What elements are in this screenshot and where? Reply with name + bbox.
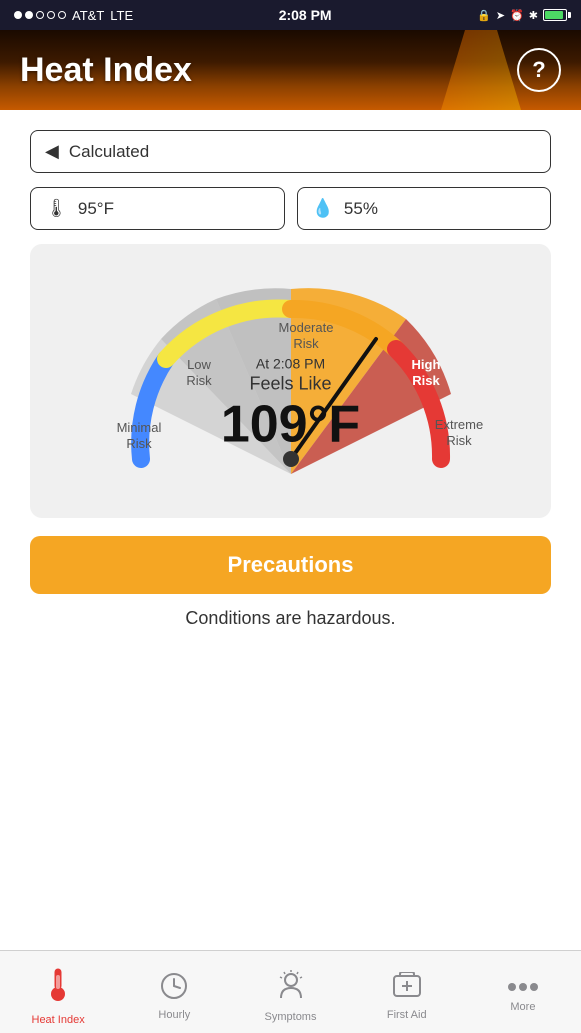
humidity-icon: 💧 xyxy=(312,198,334,219)
temp-humidity-row: 🌡 95°F 💧 55% xyxy=(30,187,551,230)
tab-bar: Heat Index Hourly Symptom xyxy=(0,950,581,1033)
signal-dot-2 xyxy=(25,11,33,19)
thermometer-input-icon: 🌡 xyxy=(45,198,68,219)
svg-text:Risk: Risk xyxy=(186,373,212,388)
svg-text:High: High xyxy=(411,357,440,372)
network-label: LTE xyxy=(110,8,133,23)
tab-heat-index[interactable]: Heat Index xyxy=(0,959,116,1026)
humidity-field[interactable]: 💧 55% xyxy=(297,187,552,230)
precautions-button[interactable]: Precautions xyxy=(30,536,551,594)
carrier-label: AT&T xyxy=(72,8,104,23)
lock-icon: 🔒 xyxy=(477,9,491,22)
temperature-value: 95°F xyxy=(78,199,114,219)
tab-heat-index-label: Heat Index xyxy=(32,1014,85,1026)
signal-dots xyxy=(14,11,66,19)
status-time: 2:08 PM xyxy=(279,7,332,23)
signal-dot-4 xyxy=(47,11,55,19)
svg-text:Extreme: Extreme xyxy=(434,417,482,432)
tab-symptoms[interactable]: Symptoms xyxy=(232,962,348,1023)
svg-text:Risk: Risk xyxy=(293,336,319,351)
bluetooth-icon: ✱ xyxy=(529,9,538,22)
svg-text:Risk: Risk xyxy=(412,373,440,388)
location-icon: ➤ xyxy=(496,9,505,22)
location-arrow-icon: ◀ xyxy=(45,141,59,162)
temperature-field[interactable]: 🌡 95°F xyxy=(30,187,285,230)
tab-more[interactable]: More xyxy=(465,971,581,1013)
first-aid-tab-icon xyxy=(392,972,422,1005)
tab-more-label: More xyxy=(510,1001,535,1013)
location-field[interactable]: ◀ Calculated xyxy=(30,130,551,173)
symptoms-tab-icon xyxy=(277,970,305,1007)
battery-fill xyxy=(545,11,563,19)
gauge-time: At 2:08 PM xyxy=(221,356,360,372)
tab-spacer xyxy=(30,639,551,739)
question-icon: ? xyxy=(532,57,545,83)
svg-text:Moderate: Moderate xyxy=(278,320,333,335)
signal-dot-3 xyxy=(36,11,44,19)
page-title: Heat Index xyxy=(20,51,192,90)
signal-dot-5 xyxy=(58,11,66,19)
clock-tab-icon xyxy=(160,972,188,1005)
tab-hourly[interactable]: Hourly xyxy=(116,964,232,1021)
more-tab-icon xyxy=(507,979,539,997)
svg-text:Risk: Risk xyxy=(126,436,152,451)
alarm-icon: ⏰ xyxy=(510,9,524,22)
svg-text:Low: Low xyxy=(187,357,211,372)
gauge-feels-label: Feels Like xyxy=(221,374,360,395)
status-right: 🔒 ➤ ⏰ ✱ xyxy=(477,9,567,22)
app-header: Heat Index ? xyxy=(0,30,581,110)
svg-text:Minimal: Minimal xyxy=(116,420,161,435)
header-decoration xyxy=(441,30,521,110)
gauge-temperature: 109°F xyxy=(221,399,360,451)
location-value: Calculated xyxy=(69,142,149,162)
status-left: AT&T LTE xyxy=(14,8,133,23)
tab-first-aid[interactable]: First Aid xyxy=(349,964,465,1021)
gauge-container: Minimal Risk Low Risk Moderate Risk High… xyxy=(30,244,551,518)
tab-first-aid-label: First Aid xyxy=(387,1009,427,1021)
thermometer-tab-icon xyxy=(44,967,72,1010)
tab-hourly-label: Hourly xyxy=(158,1009,190,1021)
battery-icon xyxy=(543,9,567,21)
status-bar: AT&T LTE 2:08 PM 🔒 ➤ ⏰ ✱ xyxy=(0,0,581,30)
signal-dot-1 xyxy=(14,11,22,19)
gauge-center-text: At 2:08 PM Feels Like 109°F xyxy=(221,356,360,451)
gauge-wrapper: Minimal Risk Low Risk Moderate Risk High… xyxy=(50,264,531,504)
conditions-text: Conditions are hazardous. xyxy=(30,608,551,629)
tab-symptoms-label: Symptoms xyxy=(265,1011,317,1023)
main-content: ◀ Calculated 🌡 95°F 💧 55% xyxy=(0,110,581,759)
humidity-value: 55% xyxy=(344,199,378,219)
help-button[interactable]: ? xyxy=(517,48,561,92)
svg-text:Risk: Risk xyxy=(446,433,472,448)
